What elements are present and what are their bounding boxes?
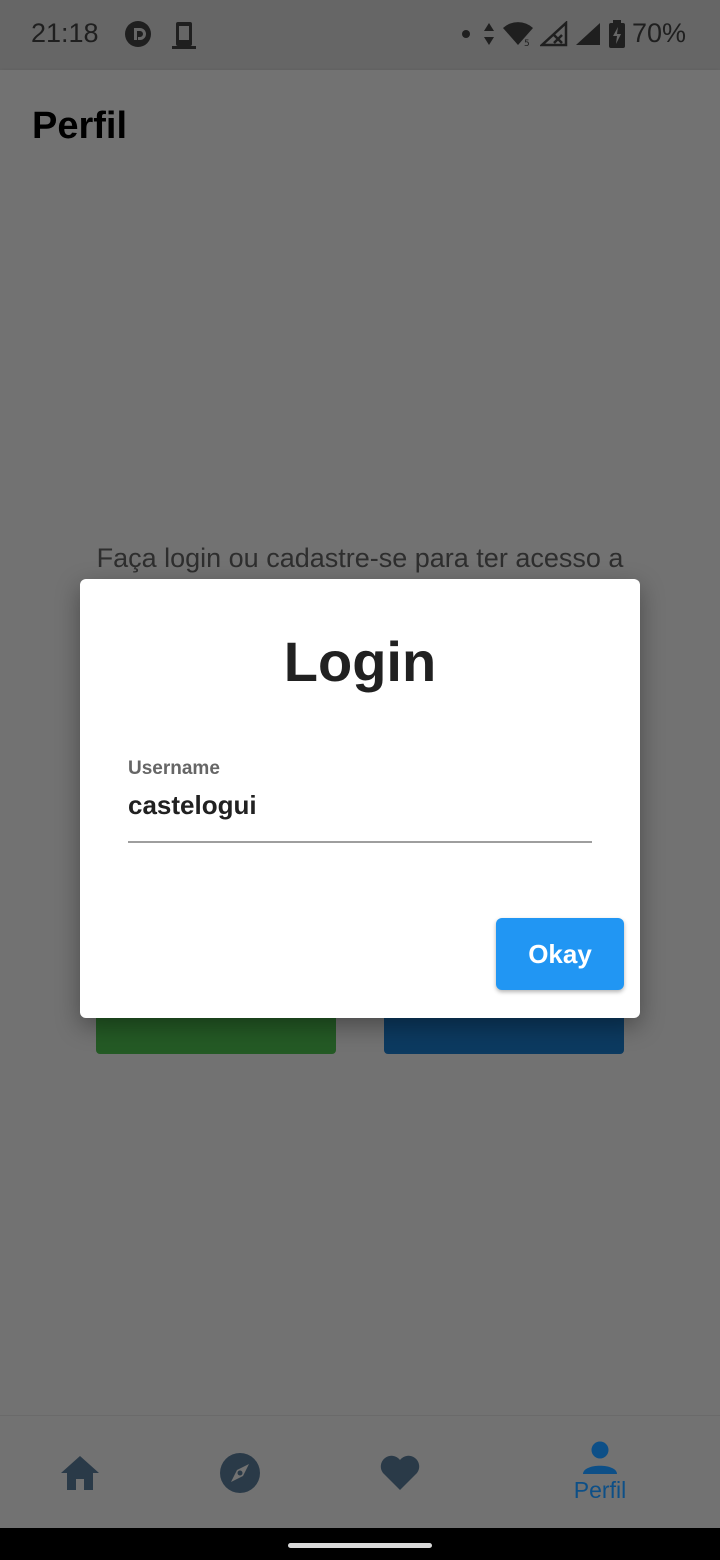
nav-item-explore[interactable] <box>150 1416 330 1529</box>
gesture-bar <box>0 1528 720 1560</box>
app-bar: Perfil <box>0 70 720 182</box>
device-icon <box>172 22 196 49</box>
dot-icon <box>461 29 470 38</box>
signal-icon <box>575 22 600 45</box>
dialog-title: Login <box>283 630 437 693</box>
home-icon <box>61 1455 99 1490</box>
bottom-navigation: Perfil <box>0 1415 720 1528</box>
page-title: Perfil <box>32 105 128 147</box>
person-icon <box>583 1441 617 1474</box>
nav-item-profile-label: Perfil <box>573 1477 627 1503</box>
data-arrows-icon <box>483 22 494 45</box>
home-gesture-handle[interactable] <box>288 1543 432 1548</box>
username-label: Username <box>128 758 220 779</box>
status-time: 21:18 <box>31 18 99 48</box>
svg-text:5: 5 <box>524 39 530 47</box>
signal-x-icon <box>539 20 568 46</box>
wifi-icon: 5 <box>502 21 533 47</box>
nav-item-home[interactable] <box>0 1416 170 1529</box>
nav-item-favorites[interactable] <box>310 1416 490 1529</box>
login-prompt-text: Faça login ou cadastre-se para ter acess… <box>96 543 624 573</box>
pocketcasts-icon <box>125 21 151 47</box>
username-input[interactable] <box>128 785 592 843</box>
nav-item-profile[interactable]: Perfil <box>510 1416 690 1529</box>
heart-icon <box>380 1455 420 1490</box>
battery-level: 70% <box>631 18 686 48</box>
compass-icon <box>220 1452 260 1493</box>
login-dialog: Login Username Okay <box>80 579 640 1018</box>
okay-button[interactable]: Okay <box>496 918 624 990</box>
status-bar: 21:18 5 70% <box>0 0 720 70</box>
battery-charging-icon <box>608 19 625 48</box>
